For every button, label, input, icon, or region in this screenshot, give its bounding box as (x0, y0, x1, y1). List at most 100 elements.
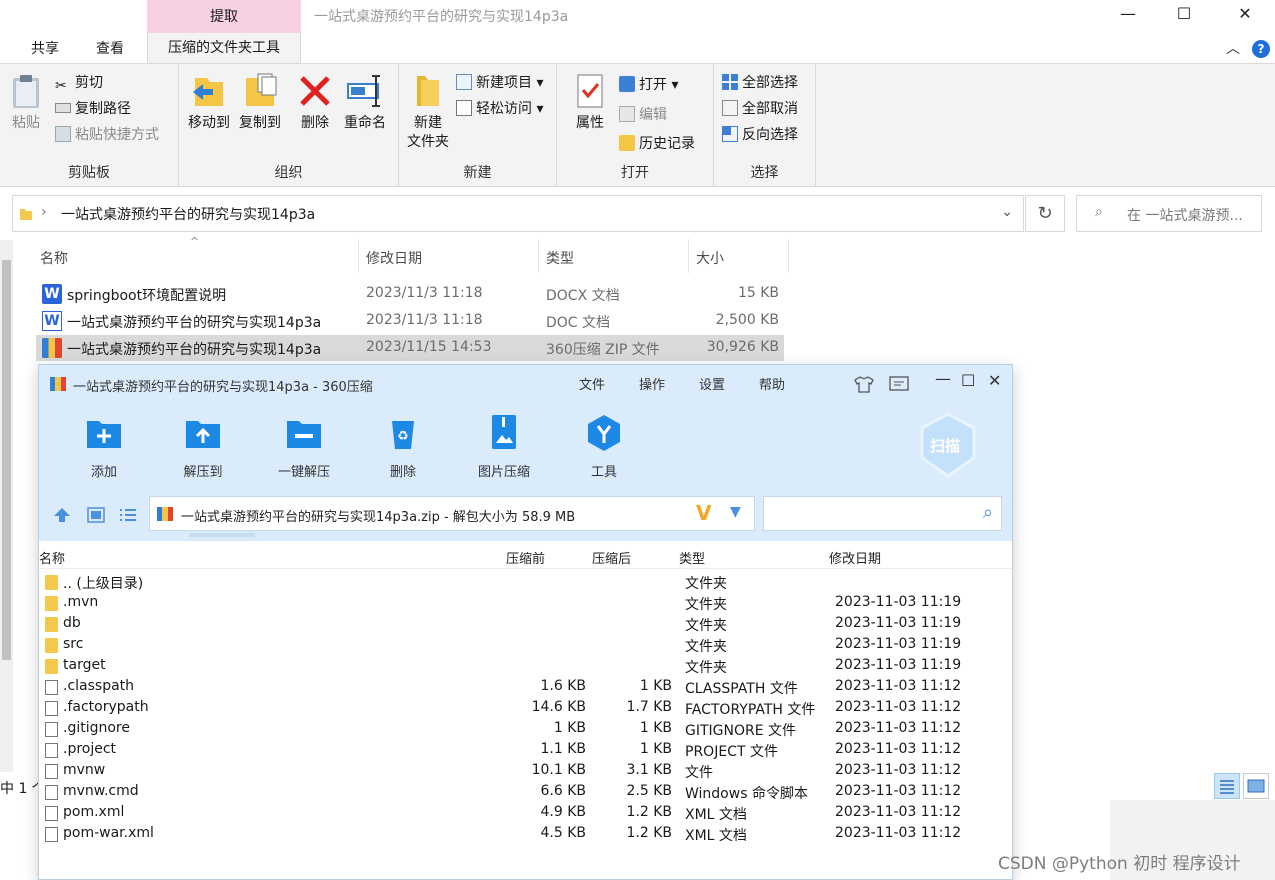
address-bar[interactable]: › 一站式桌游预约平台的研究与实现14p3a ⌄ (12, 195, 1024, 232)
size-before: 1.6 KB (540, 678, 587, 694)
paste-shortcut-button[interactable]: 粘贴快捷方式 (55, 124, 159, 146)
details-view-button[interactable] (1214, 773, 1240, 799)
edit-button[interactable]: 编辑 (619, 104, 667, 126)
up-folder-icon[interactable] (53, 507, 71, 523)
zip-row[interactable]: .classpath 1.6 KB 1 KB CLASSPATH 文件 2023-11-… (39, 677, 1012, 698)
tab-share[interactable]: 共享 (31, 38, 59, 58)
large-icons-view-button[interactable] (1243, 773, 1269, 799)
thumbnail-view-icon[interactable] (87, 507, 105, 523)
zcol-after[interactable]: 压缩后 (592, 548, 631, 567)
col-date[interactable]: 修改日期 (366, 248, 422, 268)
zip-search-input[interactable]: ⌕ (763, 496, 1002, 531)
entry-date: 2023-11-03 11:12 (835, 783, 962, 799)
help-icon[interactable]: ? (1252, 40, 1270, 58)
v-logo-icon[interactable]: V (696, 501, 711, 525)
file-row[interactable]: W 一站式桌游预约平台的研究与实现14p3a 2023/11/3 11:18 D… (36, 308, 784, 334)
open-button[interactable]: 打开 ▾ (619, 74, 678, 96)
move-to-button[interactable]: 移动到 (183, 72, 235, 133)
menu-help[interactable]: 帮助 (759, 374, 785, 393)
zcol-type[interactable]: 类型 (679, 548, 705, 567)
select-all-button[interactable]: 全部选择 (722, 72, 798, 94)
scrollbar-thumb[interactable] (2, 260, 11, 660)
zip-row[interactable]: pom.xml 4.9 KB 1.2 KB XML 文档 2023-11-03 11:1… (39, 803, 1012, 824)
file-name: 一站式桌游预约平台的研究与实现14p3a (67, 342, 322, 358)
zip-path-bar[interactable]: 一站式桌游预约平台的研究与实现14p3a.zip - 解包大小为 58.9 MB… (149, 496, 755, 531)
zip-row[interactable]: .factorypath 14.6 KB 1.7 KB FACTORYPATH 文件 2… (39, 698, 1012, 719)
zip-delete-button[interactable]: ♻ 删除 (358, 413, 448, 480)
col-type[interactable]: 类型 (546, 248, 574, 268)
nav-pane-scrollbar[interactable] (0, 240, 13, 772)
zip-row[interactable]: .mvn 文件夹 2023-11-03 11:19 (39, 593, 1012, 614)
select-none-button[interactable]: 全部取消 (722, 98, 798, 120)
tools-label: 工具 (590, 465, 617, 480)
list-view-icon[interactable] (119, 507, 137, 523)
size-after: 1 KB (639, 741, 672, 757)
properties-button[interactable]: 属性 (565, 72, 615, 133)
zip-extract-to-button[interactable]: 解压到 (158, 413, 248, 480)
new-folder-button[interactable]: 新建 文件夹 (403, 72, 453, 152)
tab-view[interactable]: 查看 (96, 38, 124, 58)
zip-title-bar: 一站式桌游预约平台的研究与实现14p3a - 360压缩 文件 操作 设置 帮助… (39, 365, 1012, 403)
zip-close-button[interactable]: ✕ (988, 371, 1001, 390)
zip-image-compress-button[interactable]: 图片压缩 (459, 413, 549, 480)
zcol-date[interactable]: 修改日期 (829, 548, 881, 567)
zcol-name[interactable]: 名称 (39, 548, 65, 567)
paste-shortcut-label: 粘贴快捷方式 (75, 127, 159, 143)
folder-icon (45, 659, 58, 674)
rename-button[interactable]: 重命名 (339, 72, 391, 133)
col-size[interactable]: 大小 (696, 248, 724, 268)
zip-row[interactable]: db 文件夹 2023-11-03 11:19 (39, 614, 1012, 635)
history-button[interactable]: 历史记录 (619, 133, 695, 155)
menu-file[interactable]: 文件 (579, 374, 605, 393)
menu-action[interactable]: 操作 (639, 374, 665, 393)
zip-maximize-button[interactable]: ☐ (961, 371, 975, 390)
zip-row[interactable]: src 文件夹 2023-11-03 11:19 (39, 635, 1012, 656)
maximize-button[interactable]: ☐ (1161, 0, 1207, 30)
zip-row[interactable]: mvnw 10.1 KB 3.1 KB 文件 2023-11-03 11:12 (39, 761, 1012, 782)
image-compress-label: 图片压缩 (477, 465, 530, 480)
menu-settings[interactable]: 设置 (699, 374, 725, 393)
paste-button[interactable]: 粘贴 (6, 74, 46, 133)
copy-to-button[interactable]: 复制到 (234, 72, 286, 133)
zcol-before[interactable]: 压缩前 (506, 548, 545, 567)
zip-row[interactable]: .. (上级目录) 文件夹 (39, 572, 1012, 593)
refresh-button[interactable]: ↻ (1025, 195, 1065, 232)
tab-compressed-folder-tools[interactable]: 压缩的文件夹工具 (147, 33, 301, 63)
new-item-label: 新建项目 (476, 75, 532, 91)
col-name[interactable]: 名称 (40, 248, 68, 268)
file-date: 2023/11/3 11:18 (366, 285, 483, 301)
address-dropdown-icon[interactable]: ⌄ (1001, 204, 1013, 220)
close-button[interactable]: ✕ (1222, 0, 1268, 30)
easy-access-button[interactable]: 轻松访问 ▾ (456, 98, 543, 120)
file-row[interactable]: W springboot环境配置说明 2023/11/3 11:18 DOCX … (36, 281, 784, 307)
feedback-icon[interactable] (889, 375, 909, 393)
zip-row[interactable]: mvnw.cmd 6.6 KB 2.5 KB Windows 命令脚本 2023-11-… (39, 782, 1012, 803)
invert-selection-button[interactable]: 反向选择 (722, 124, 798, 146)
path-dropdown-icon[interactable]: ▼ (730, 504, 741, 520)
skin-shirt-icon[interactable] (854, 375, 874, 393)
file-row-selected[interactable]: 一站式桌游预约平台的研究与实现14p3a 2023/11/15 14:53 36… (36, 335, 784, 361)
zip-row[interactable]: target 文件夹 2023-11-03 11:19 (39, 656, 1012, 677)
minimize-button[interactable]: — (1105, 0, 1151, 30)
zip-row[interactable]: .gitignore 1 KB 1 KB GITIGNORE 文件 2023-11-03… (39, 719, 1012, 740)
search-box[interactable]: ⌕ 在 一站式桌游预... (1076, 195, 1262, 232)
zip-row[interactable]: pom-war.xml 4.5 KB 1.2 KB XML 文档 2023-11-03 … (39, 824, 1012, 845)
new-folder-label-1: 新建 (414, 115, 442, 131)
zip-row[interactable]: .project 1.1 KB 1 KB PROJECT 文件 2023-11-03 1… (39, 740, 1012, 761)
entry-type: XML 文档 (685, 807, 747, 823)
zip-one-click-extract-button[interactable]: 一键解压 (259, 413, 349, 480)
cut-button[interactable]: ✂ 剪切 (55, 72, 103, 94)
new-item-button[interactable]: 新建项目 ▾ (456, 72, 543, 94)
copy-path-button[interactable]: 复制路径 (55, 98, 131, 120)
delete-label: 删除 (301, 115, 329, 131)
zip-tools-button[interactable]: 工具 (559, 413, 649, 480)
entry-type: GITIGNORE 文件 (685, 723, 797, 739)
collapse-ribbon-icon[interactable]: ︿ (1226, 38, 1240, 58)
new-item-icon (456, 74, 472, 90)
delete-button[interactable]: 删除 (293, 72, 337, 133)
zip-add-button[interactable]: 添加 (59, 413, 149, 480)
zip-minimize-button[interactable]: — (935, 369, 951, 388)
search-icon[interactable]: ⌕ (983, 502, 993, 523)
easy-access-label: 轻松访问 (476, 101, 532, 117)
scan-button[interactable]: 扫描 (917, 411, 979, 481)
